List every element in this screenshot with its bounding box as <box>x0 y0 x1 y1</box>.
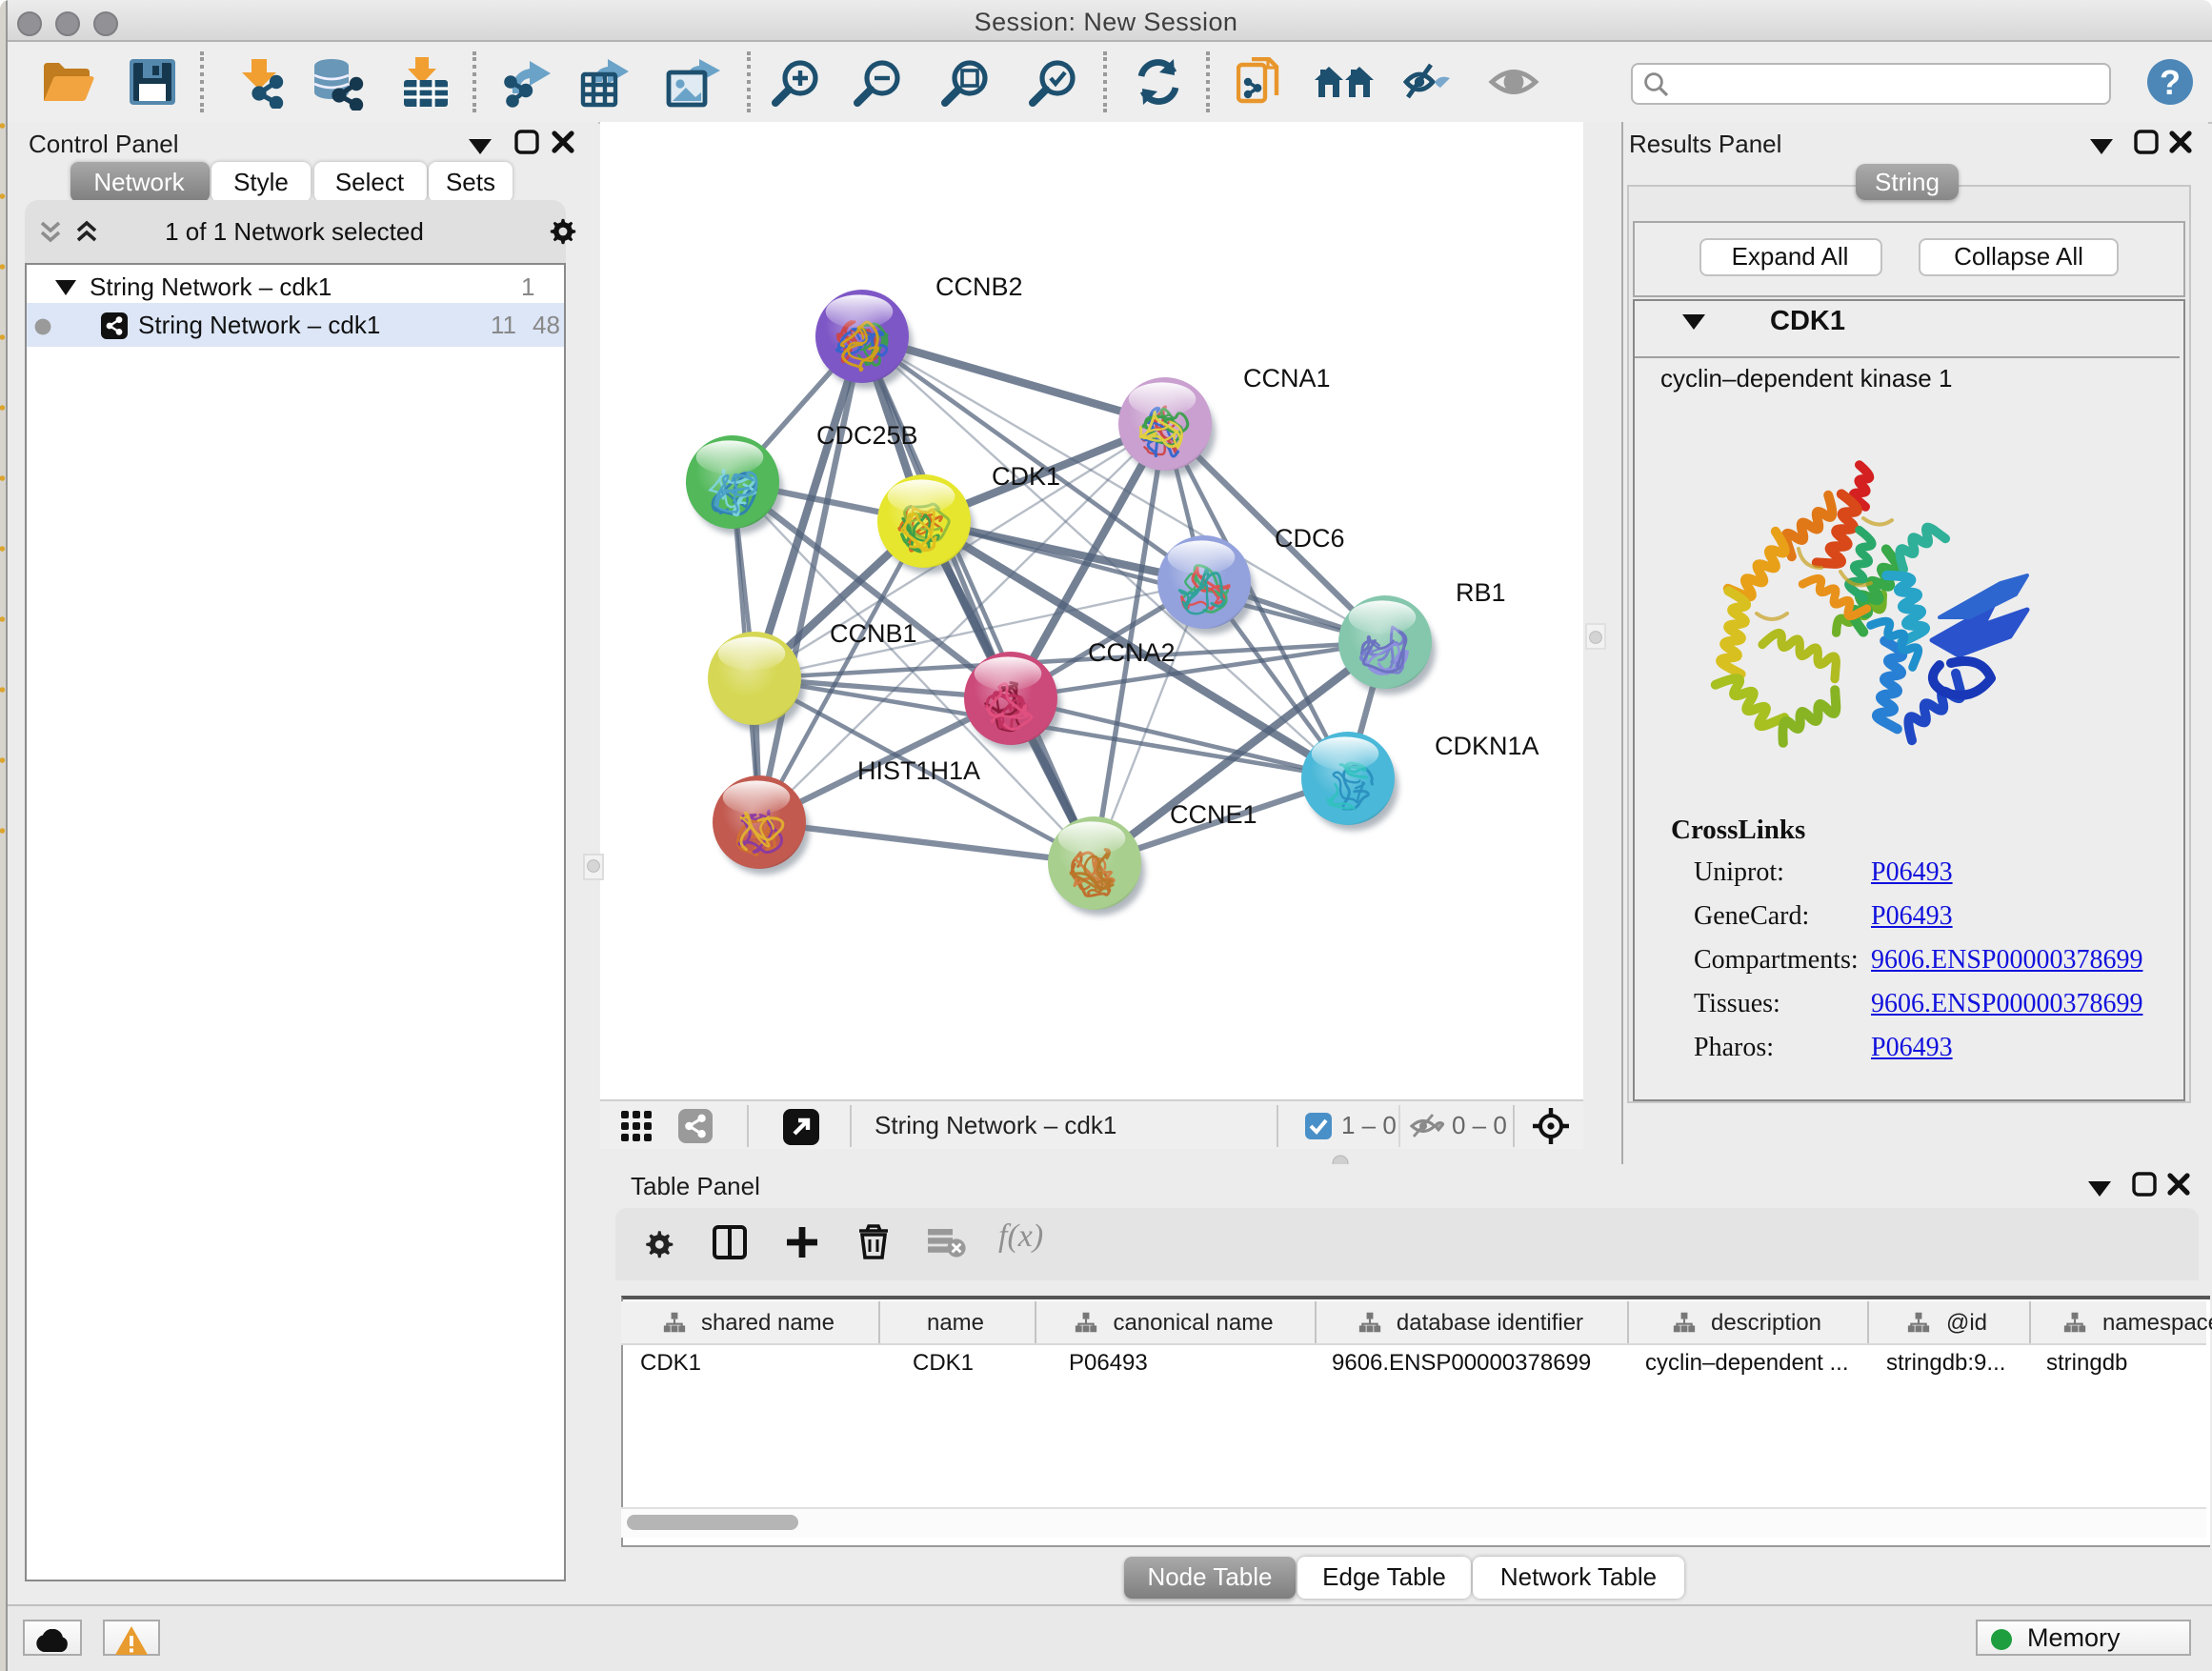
svg-text:CDKN1A: CDKN1A <box>1435 732 1539 760</box>
svg-text:CCNA1: CCNA1 <box>1243 364 1331 393</box>
svg-text:CDC6: CDC6 <box>1275 524 1345 553</box>
svg-text:HIST1H1A: HIST1H1A <box>857 756 980 785</box>
svg-text:RB1: RB1 <box>1456 578 1506 607</box>
svg-text:CCNA2: CCNA2 <box>1088 638 1176 667</box>
svg-text:CDC25B: CDC25B <box>816 421 918 450</box>
svg-text:CCNB1: CCNB1 <box>830 619 917 648</box>
svg-text:CDK1: CDK1 <box>992 462 1060 491</box>
svg-text:CCNB2: CCNB2 <box>935 272 1023 301</box>
svg-text:CCNE1: CCNE1 <box>1170 800 1257 829</box>
svg-text:?: ? <box>2160 63 2181 102</box>
